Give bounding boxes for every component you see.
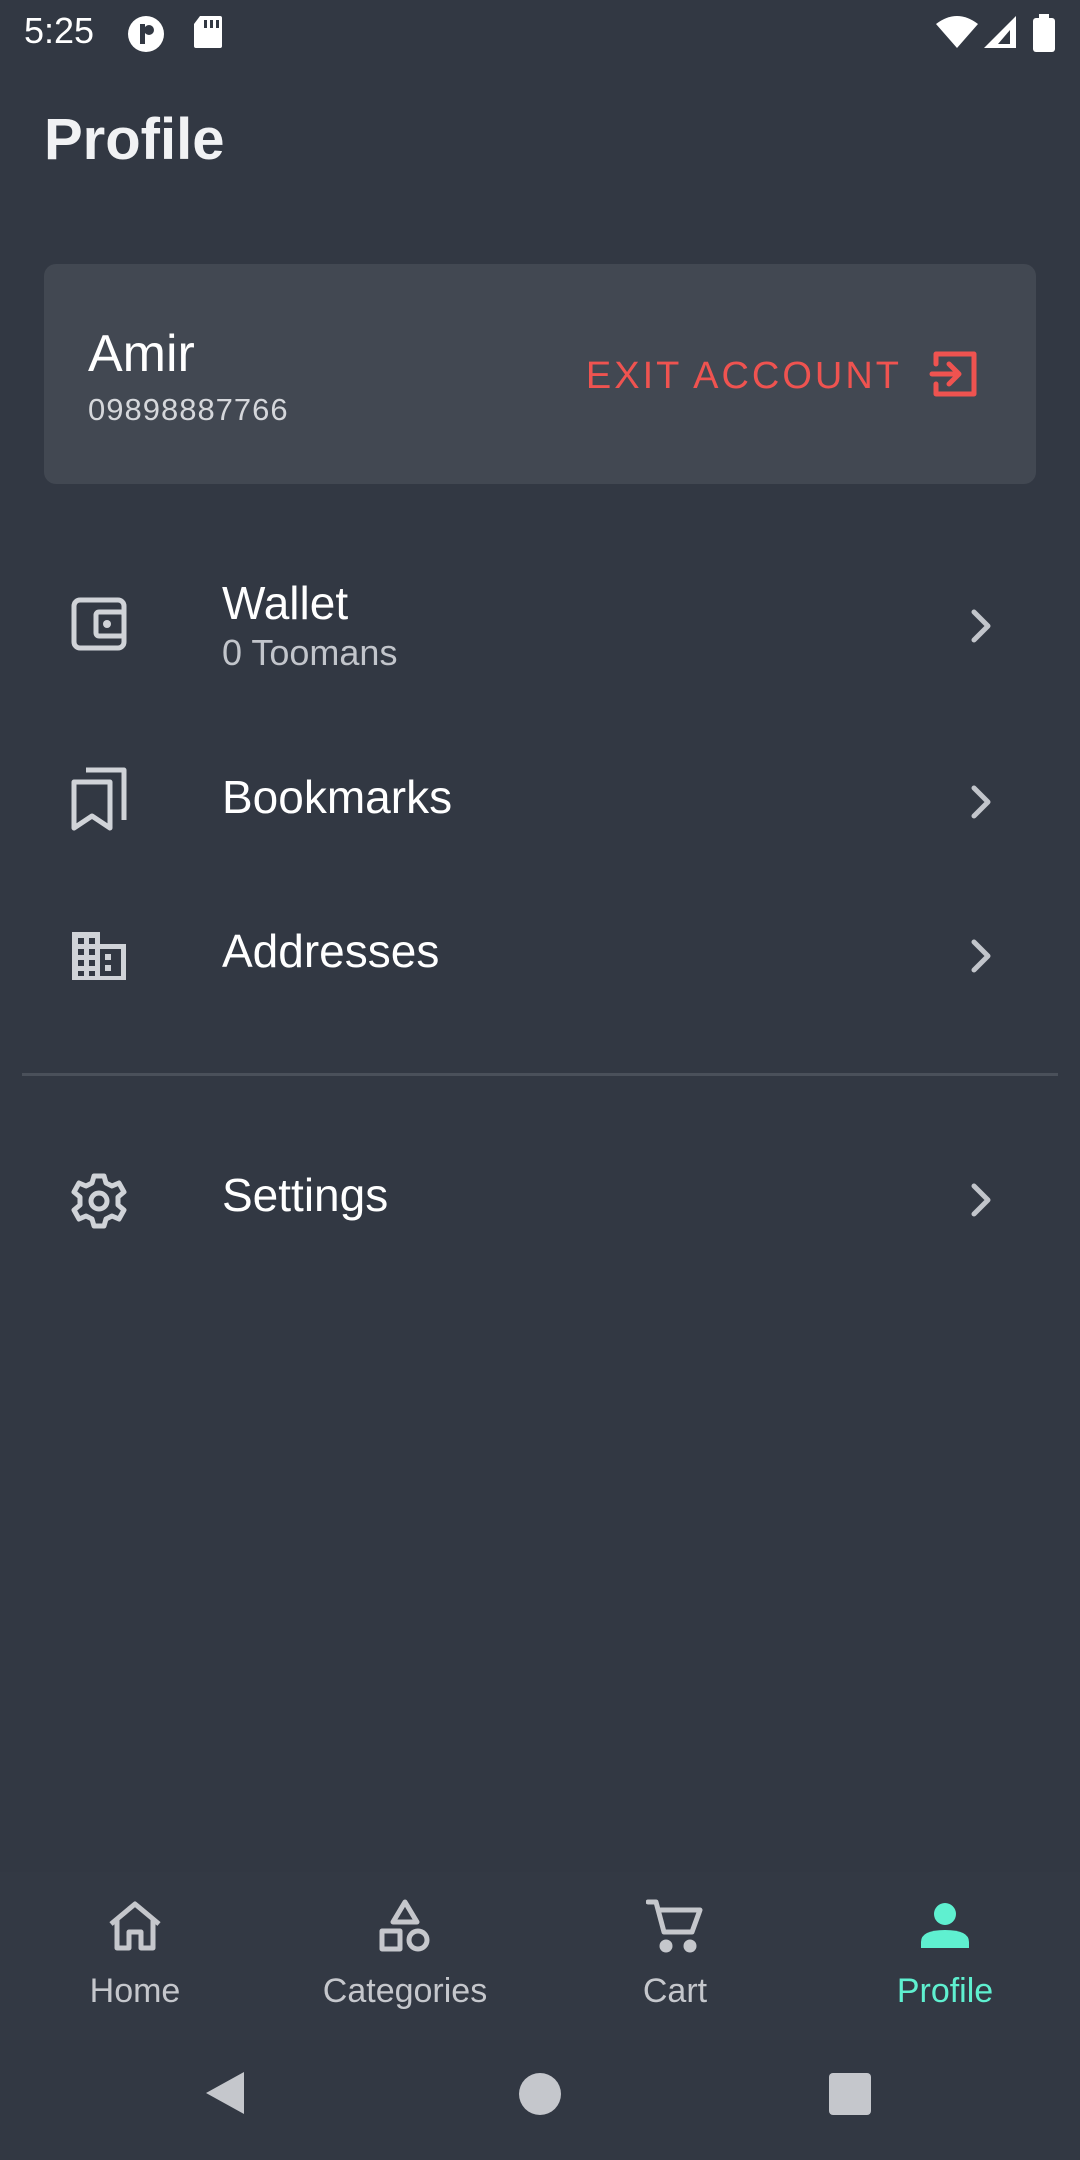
menu-item-wallet[interactable]: Wallet 0 Toomans (0, 556, 1080, 696)
nav-item-home[interactable]: Home (0, 1872, 270, 2040)
menu-item-bookmarks[interactable]: Bookmarks (0, 750, 1080, 860)
shapes-icon (377, 1898, 433, 1959)
system-navigation-bar (0, 2040, 1080, 2160)
account-name: Amir (88, 325, 195, 383)
nav-item-cart[interactable]: Cart (540, 1872, 810, 2040)
menu-item-title: Addresses (222, 925, 440, 977)
menu-item-title: Wallet (222, 577, 349, 629)
home-icon (107, 1900, 163, 1957)
chevron-right-icon (966, 936, 996, 981)
battery-icon (1032, 14, 1056, 57)
notification-icon (126, 14, 166, 59)
back-icon[interactable] (204, 2070, 246, 2121)
cart-icon (645, 1898, 704, 1959)
chevron-right-icon (966, 606, 996, 651)
gear-icon (70, 1172, 128, 1235)
wallet-icon (70, 596, 128, 657)
account-card: Amir 09898887766 EXIT ACCOUNT (44, 264, 1036, 484)
nav-label: Cart (642, 1972, 708, 2010)
logout-icon (928, 348, 980, 405)
person-icon (919, 1900, 971, 1957)
exit-account-button[interactable]: EXIT ACCOUNT (586, 346, 980, 406)
chevron-right-icon (966, 782, 996, 827)
menu-item-subtitle: 0 Toomans (222, 632, 398, 673)
nav-item-categories[interactable]: Categories (270, 1872, 540, 2040)
divider (22, 1073, 1058, 1076)
chevron-right-icon (966, 1180, 996, 1225)
menu-item-title: Settings (222, 1169, 389, 1221)
wifi-icon (934, 14, 980, 55)
recents-icon[interactable] (828, 2072, 872, 2121)
nav-label: Profile (896, 1972, 994, 2010)
menu-item-addresses[interactable]: Addresses (0, 904, 1080, 1014)
bookmarks-icon (70, 766, 128, 837)
status-bar: 5:25 (0, 0, 1080, 66)
nav-label: Home (89, 1972, 181, 2010)
nav-label: Categories (322, 1972, 488, 2010)
account-phone: 09898887766 (88, 392, 289, 427)
menu-item-settings[interactable]: Settings (0, 1148, 1080, 1258)
building-icon (70, 930, 128, 987)
home-circle-icon[interactable] (518, 2072, 562, 2121)
sd-card-icon (192, 14, 224, 55)
page-title: Profile (44, 107, 225, 172)
signal-icon (982, 14, 1018, 55)
bottom-navigation: Home Categories Cart Profile (0, 1872, 1080, 2040)
nav-item-profile[interactable]: Profile (810, 1872, 1080, 2040)
exit-account-label: EXIT ACCOUNT (585, 354, 902, 397)
status-time: 5:25 (24, 10, 95, 51)
menu-item-title: Bookmarks (222, 771, 453, 823)
profile-screen: 5:25 Profile Amir 09898887766 EXIT ACCOU… (0, 0, 1080, 2160)
